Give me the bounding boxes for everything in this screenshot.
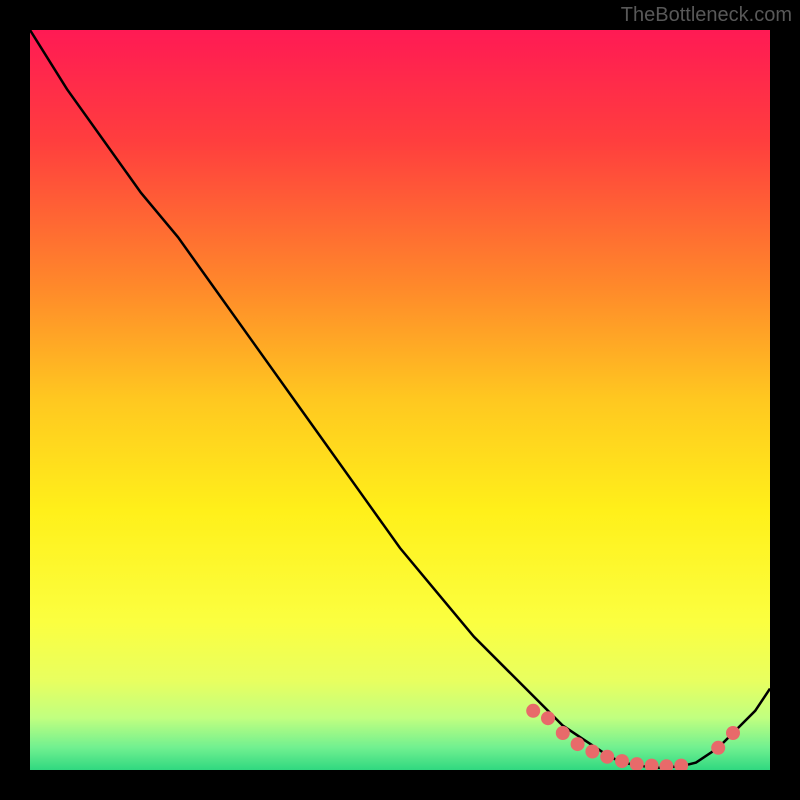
highlight-marker bbox=[585, 745, 599, 759]
gradient-background bbox=[30, 30, 770, 770]
highlight-marker bbox=[615, 754, 629, 768]
highlight-marker bbox=[571, 737, 585, 751]
watermark-text: TheBottleneck.com bbox=[621, 4, 792, 27]
highlight-marker bbox=[726, 726, 740, 740]
highlight-marker bbox=[711, 741, 725, 755]
highlight-marker bbox=[526, 704, 540, 718]
chart-svg bbox=[30, 30, 770, 770]
highlight-marker bbox=[600, 750, 614, 764]
highlight-marker bbox=[541, 711, 555, 725]
chart-plot-area bbox=[30, 30, 770, 770]
highlight-marker bbox=[556, 726, 570, 740]
